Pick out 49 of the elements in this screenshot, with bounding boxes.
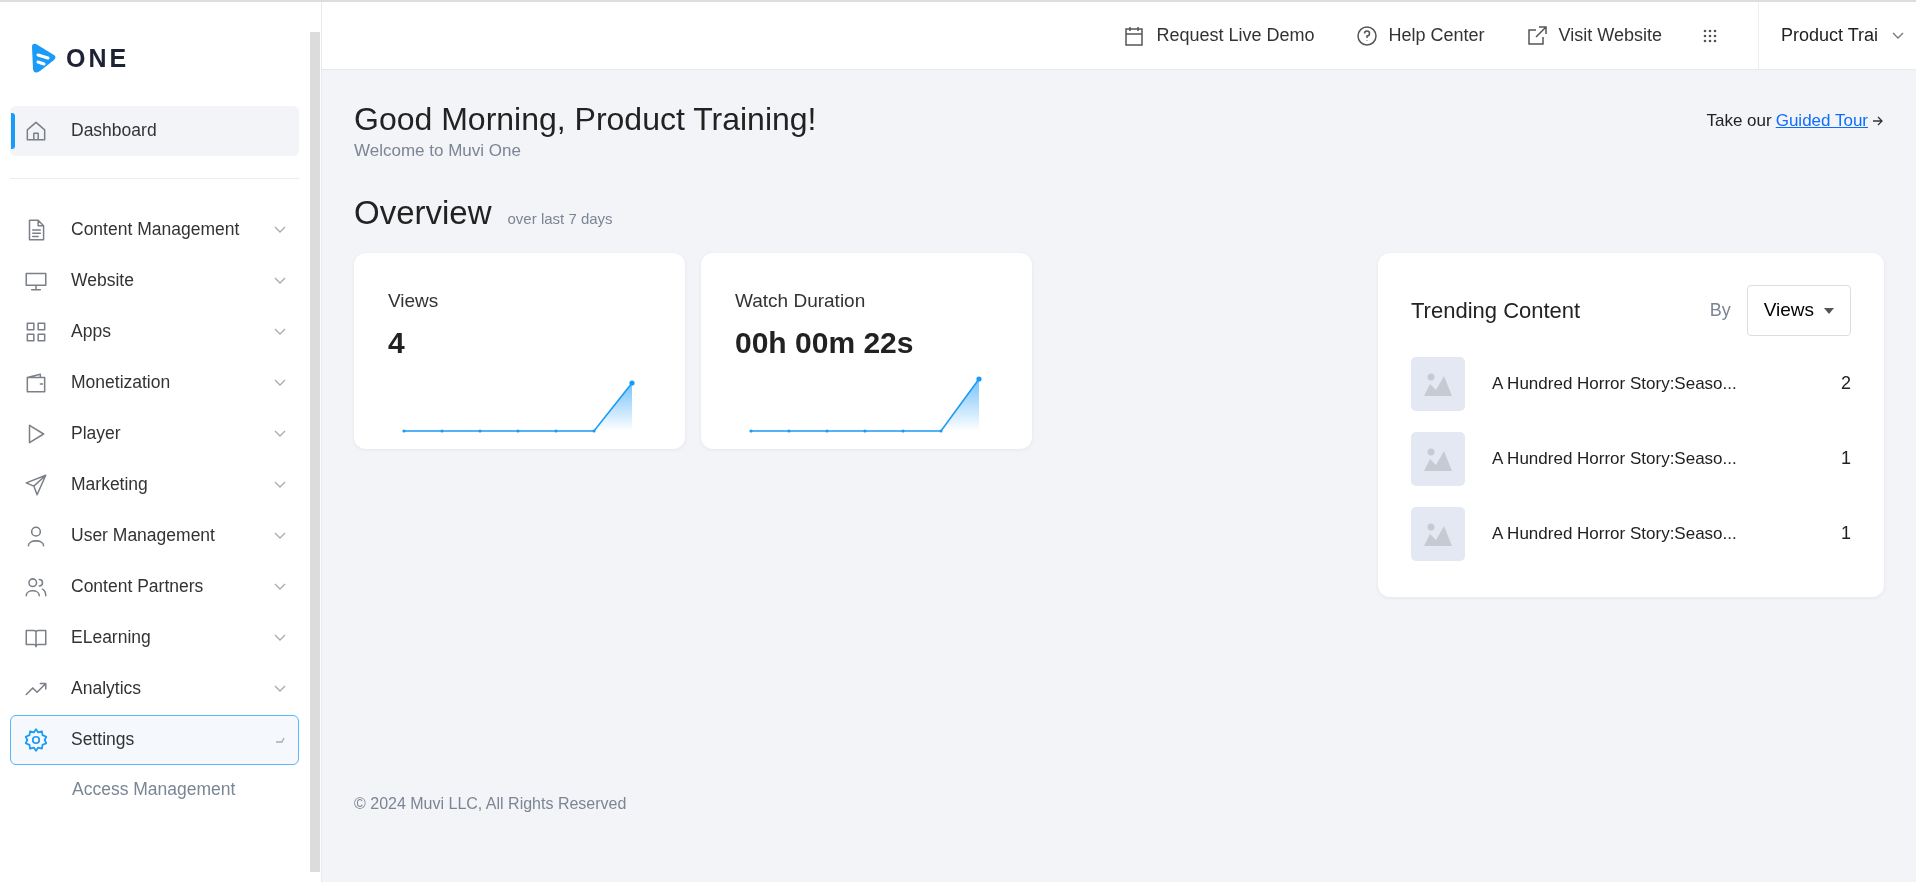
content-title[interactable]: A Hundred Horror Story:Seaso... <box>1492 521 1841 547</box>
guided-tour-link[interactable]: Guided Tour <box>1775 108 1868 134</box>
metric-label: Views <box>388 289 440 314</box>
topbar-link[interactable]: Help Center <box>1388 22 1485 49</box>
sidebar-item[interactable]: ELearning <box>10 612 299 663</box>
metric-label: Watch Duration <box>735 289 867 314</box>
metric-value: 4 <box>388 324 406 361</box>
sidebar-item[interactable]: Marketing <box>10 459 299 510</box>
topbar-link[interactable]: Request Live Demo <box>1156 22 1315 49</box>
sidebar-item[interactable]: Settings <box>10 714 299 765</box>
content-title[interactable]: A Hundred Horror Story:Seaso... <box>1492 371 1841 397</box>
sort-by-label: By <box>1709 299 1731 323</box>
view-count: 1 <box>1841 447 1851 471</box>
sidebar-item[interactable]: Website <box>10 255 299 306</box>
image-icon <box>1424 446 1452 471</box>
gear-icon <box>23 726 49 753</box>
sidebar-item[interactable]: Monetization <box>10 357 299 408</box>
help-icon <box>1354 23 1379 48</box>
topbar-link[interactable]: Visit Website <box>1558 22 1662 49</box>
sidebar-item[interactable]: Apps <box>10 306 299 357</box>
greeting-heading: Good Morning, Product Training! <box>354 100 817 139</box>
tour-prompt: Take our <box>1706 110 1772 132</box>
image-icon <box>1424 371 1452 396</box>
copyright-text: © 2024 Muvi LLC, All Rights Reserved <box>354 794 628 814</box>
logo-icon <box>30 42 58 75</box>
scrollbar[interactable] <box>310 32 320 872</box>
selection-indicator <box>11 112 15 149</box>
sidebar-item[interactable]: Player <box>10 408 299 459</box>
sort-dropdown[interactable]: Views <box>1746 285 1851 336</box>
image-icon <box>1424 521 1452 546</box>
apps-grid-icon[interactable] <box>1701 27 1718 44</box>
welcome-subtitle: Welcome to Muvi One <box>354 140 522 163</box>
view-count: 1 <box>1841 522 1851 546</box>
overview-heading: Overview <box>354 192 492 233</box>
paper-plane-icon <box>23 471 49 498</box>
period-label: over last 7 days <box>507 208 613 229</box>
arrow-right-icon <box>1872 114 1884 127</box>
content-title[interactable]: A Hundred Horror Story:Seaso... <box>1492 446 1841 472</box>
view-count: 2 <box>1841 372 1851 396</box>
sidebar-item[interactable]: Dashboard <box>10 105 299 156</box>
caret-icon <box>1824 307 1834 314</box>
sidebar-item[interactable]: Analytics <box>10 663 299 714</box>
logo-text: ONE <box>66 43 130 74</box>
trending-title: Trending Content <box>1411 297 1581 326</box>
metric-value: 00h 00m 22s <box>735 324 915 361</box>
sidebar-item[interactable]: Content Management <box>10 204 299 255</box>
user-menu[interactable]: Product Trai <box>1780 22 1878 49</box>
sidebar-item[interactable]: Content Partners <box>10 561 299 612</box>
sidebar-item[interactable]: User Management <box>10 510 299 561</box>
